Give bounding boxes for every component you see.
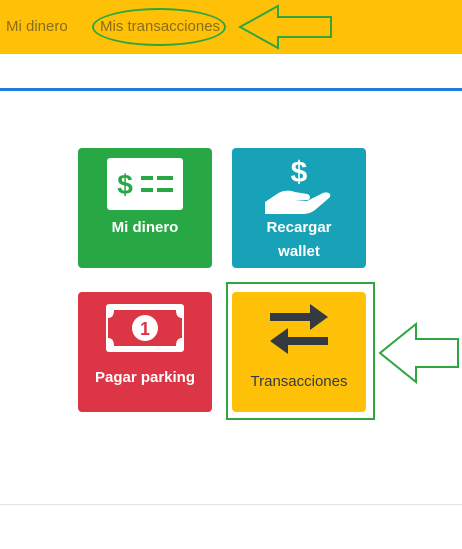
tile-label-line2: wallet <box>278 243 320 260</box>
top-nav-bar: Mi dinero Mis transacciones <box>0 0 462 54</box>
tile-mi-dinero[interactable]: $ Mi dinero <box>78 148 212 268</box>
annotation-ellipse <box>92 8 226 46</box>
annotation-arrow-left-icon <box>238 4 332 50</box>
tile-label: Pagar parking <box>94 369 196 386</box>
tile-pagar-parking[interactable]: 1 Pagar parking <box>78 292 212 412</box>
svg-text:$: $ <box>117 169 133 200</box>
header-divider <box>0 88 462 91</box>
footer-divider <box>0 504 462 505</box>
annotation-arrow-left-icon <box>378 322 459 384</box>
nav-link-mi-dinero[interactable]: Mi dinero <box>6 18 68 35</box>
money-bill-coin-icon: 1 <box>106 304 184 352</box>
hand-dollar-icon: $ <box>265 156 331 214</box>
tile-recargar-wallet[interactable]: $ Recargar wallet <box>232 148 366 268</box>
annotation-box <box>226 282 375 420</box>
svg-text:1: 1 <box>140 319 150 339</box>
tile-label: Mi dinero <box>111 219 179 236</box>
tile-label-line1: Recargar <box>266 219 332 236</box>
svg-text:$: $ <box>291 156 308 189</box>
money-bill-icon: $ <box>107 158 183 210</box>
